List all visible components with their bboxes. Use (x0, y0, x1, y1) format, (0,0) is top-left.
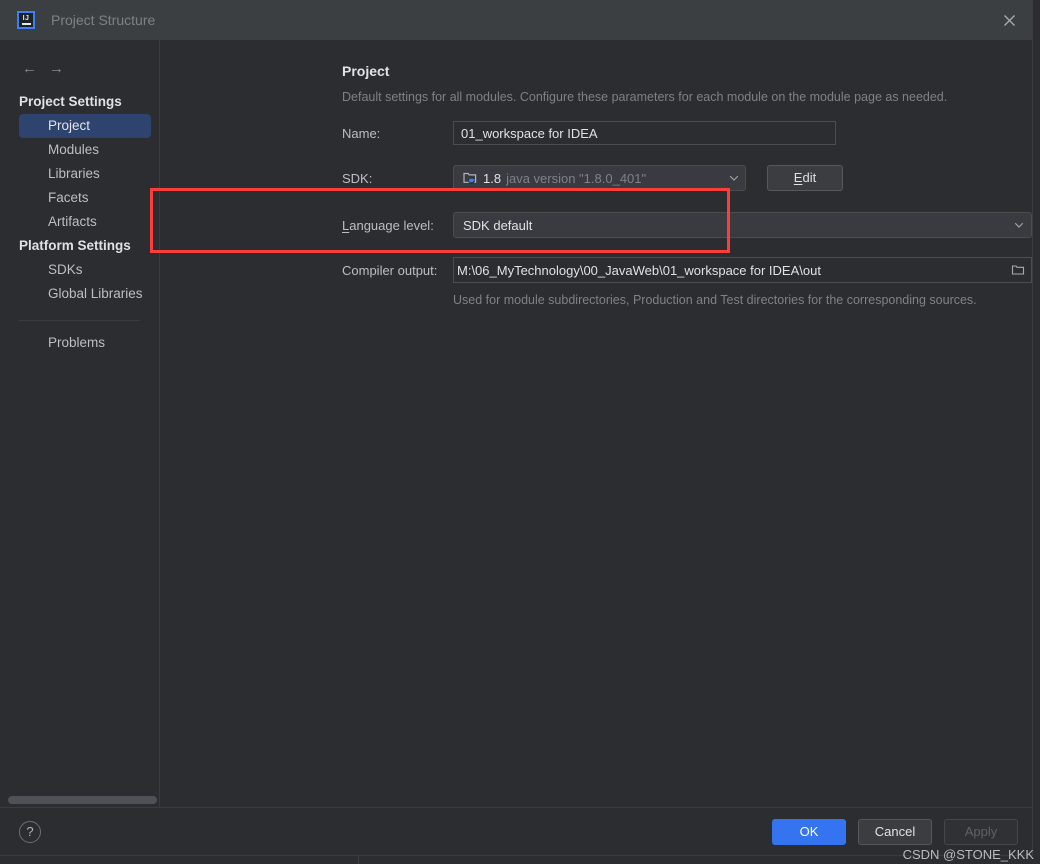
sidebar-group-project-settings: Project Settings (19, 94, 122, 109)
chevron-down-icon (729, 175, 739, 181)
intellij-idea-logo-icon: IJ (17, 11, 35, 29)
compiler-output-value: M:\06_MyTechnology\00_JavaWeb\01_workspa… (457, 262, 821, 278)
sidebar-item-project[interactable]: Project (19, 114, 151, 138)
name-input[interactable] (453, 121, 836, 145)
language-level-value: SDK default (463, 217, 533, 233)
logo-underline (21, 23, 31, 25)
sidebar-item-libraries[interactable]: Libraries (0, 162, 159, 186)
apply-button: Apply (944, 818, 1018, 845)
navigation-arrows: ← → (0, 50, 159, 82)
project-settings-panel: Project Default settings for all modules… (160, 40, 1032, 807)
folder-icon[interactable] (1011, 263, 1025, 277)
cancel-button[interactable]: Cancel (858, 818, 932, 845)
sidebar-horizontal-scrollbar[interactable] (0, 793, 159, 807)
logo-text: IJ (22, 15, 30, 23)
edit-sdk-button[interactable]: Edit (767, 165, 843, 191)
dialog-body: ← → Project Settings Project Modules Lib… (0, 40, 1032, 807)
name-label: Name: (342, 125, 381, 141)
close-icon[interactable] (994, 6, 1024, 34)
sidebar-item-modules[interactable]: Modules (0, 138, 159, 162)
name-row: Name: (160, 121, 1032, 145)
sidebar-group-platform-settings: Platform Settings (19, 238, 131, 253)
ok-button[interactable]: OK (772, 818, 846, 845)
compiler-output-field[interactable]: M:\06_MyTechnology\00_JavaWeb\01_workspa… (453, 257, 1032, 283)
language-level-row: Language level: SDK default (160, 212, 1032, 238)
panel-header: Project Default settings for all modules… (160, 62, 1032, 105)
sidebar-item-artifacts[interactable]: Artifacts (0, 210, 159, 234)
jdk-icon (463, 172, 477, 184)
backdrop-divider (358, 856, 359, 864)
compiler-output-label: Compiler output: (342, 262, 438, 278)
sidebar-item-sdks[interactable]: SDKs (0, 258, 159, 282)
footer-buttons: OK Cancel Apply (772, 818, 1018, 845)
language-level-dropdown[interactable]: SDK default (453, 212, 1032, 238)
arrow-right-icon[interactable]: → (49, 61, 64, 76)
sidebar-item-global-libraries[interactable]: Global Libraries (0, 282, 159, 306)
page-description: Default settings for all modules. Config… (342, 90, 948, 104)
title-bar: IJ Project Structure (0, 0, 1032, 40)
chevron-down-icon (1014, 222, 1024, 228)
sdk-dropdown[interactable]: 1.8 java version "1.8.0_401" (453, 165, 746, 191)
page-title: Project (342, 63, 390, 79)
language-level-label-rest: anguage level: (349, 217, 434, 233)
window-title: Project Structure (51, 12, 156, 28)
project-structure-dialog: IJ Project Structure ← → Project Setting… (0, 0, 1033, 856)
watermark: CSDN @STONE_KKK (902, 847, 1034, 862)
scrollbar-thumb[interactable] (8, 796, 157, 804)
sdk-label: SDK: (342, 170, 373, 186)
sidebar-list: Project Settings Project Modules Librari… (0, 90, 159, 355)
sdk-version-label: 1.8 (483, 170, 502, 186)
sidebar-item-facets[interactable]: Facets (0, 186, 159, 210)
compiler-output-row: Compiler output: M:\06_MyTechnology\00_J… (160, 257, 1032, 283)
sdk-row: SDK: 1.8 java version "1.8.0_401" Edit (160, 165, 1032, 191)
sdk-description-label: java version "1.8.0_401" (506, 170, 647, 186)
arrow-left-icon[interactable]: ← (22, 61, 37, 76)
sidebar-item-problems[interactable]: Problems (0, 331, 159, 355)
edit-button-label: dit (802, 170, 817, 185)
dialog-footer: ? OK Cancel Apply (0, 807, 1032, 855)
help-icon[interactable]: ? (19, 820, 41, 843)
sidebar-divider (19, 320, 140, 321)
settings-sidebar: ← → Project Settings Project Modules Lib… (0, 40, 160, 807)
compiler-output-hint: Used for module subdirectories, Producti… (453, 293, 977, 307)
language-level-label: Language level: (342, 218, 453, 233)
